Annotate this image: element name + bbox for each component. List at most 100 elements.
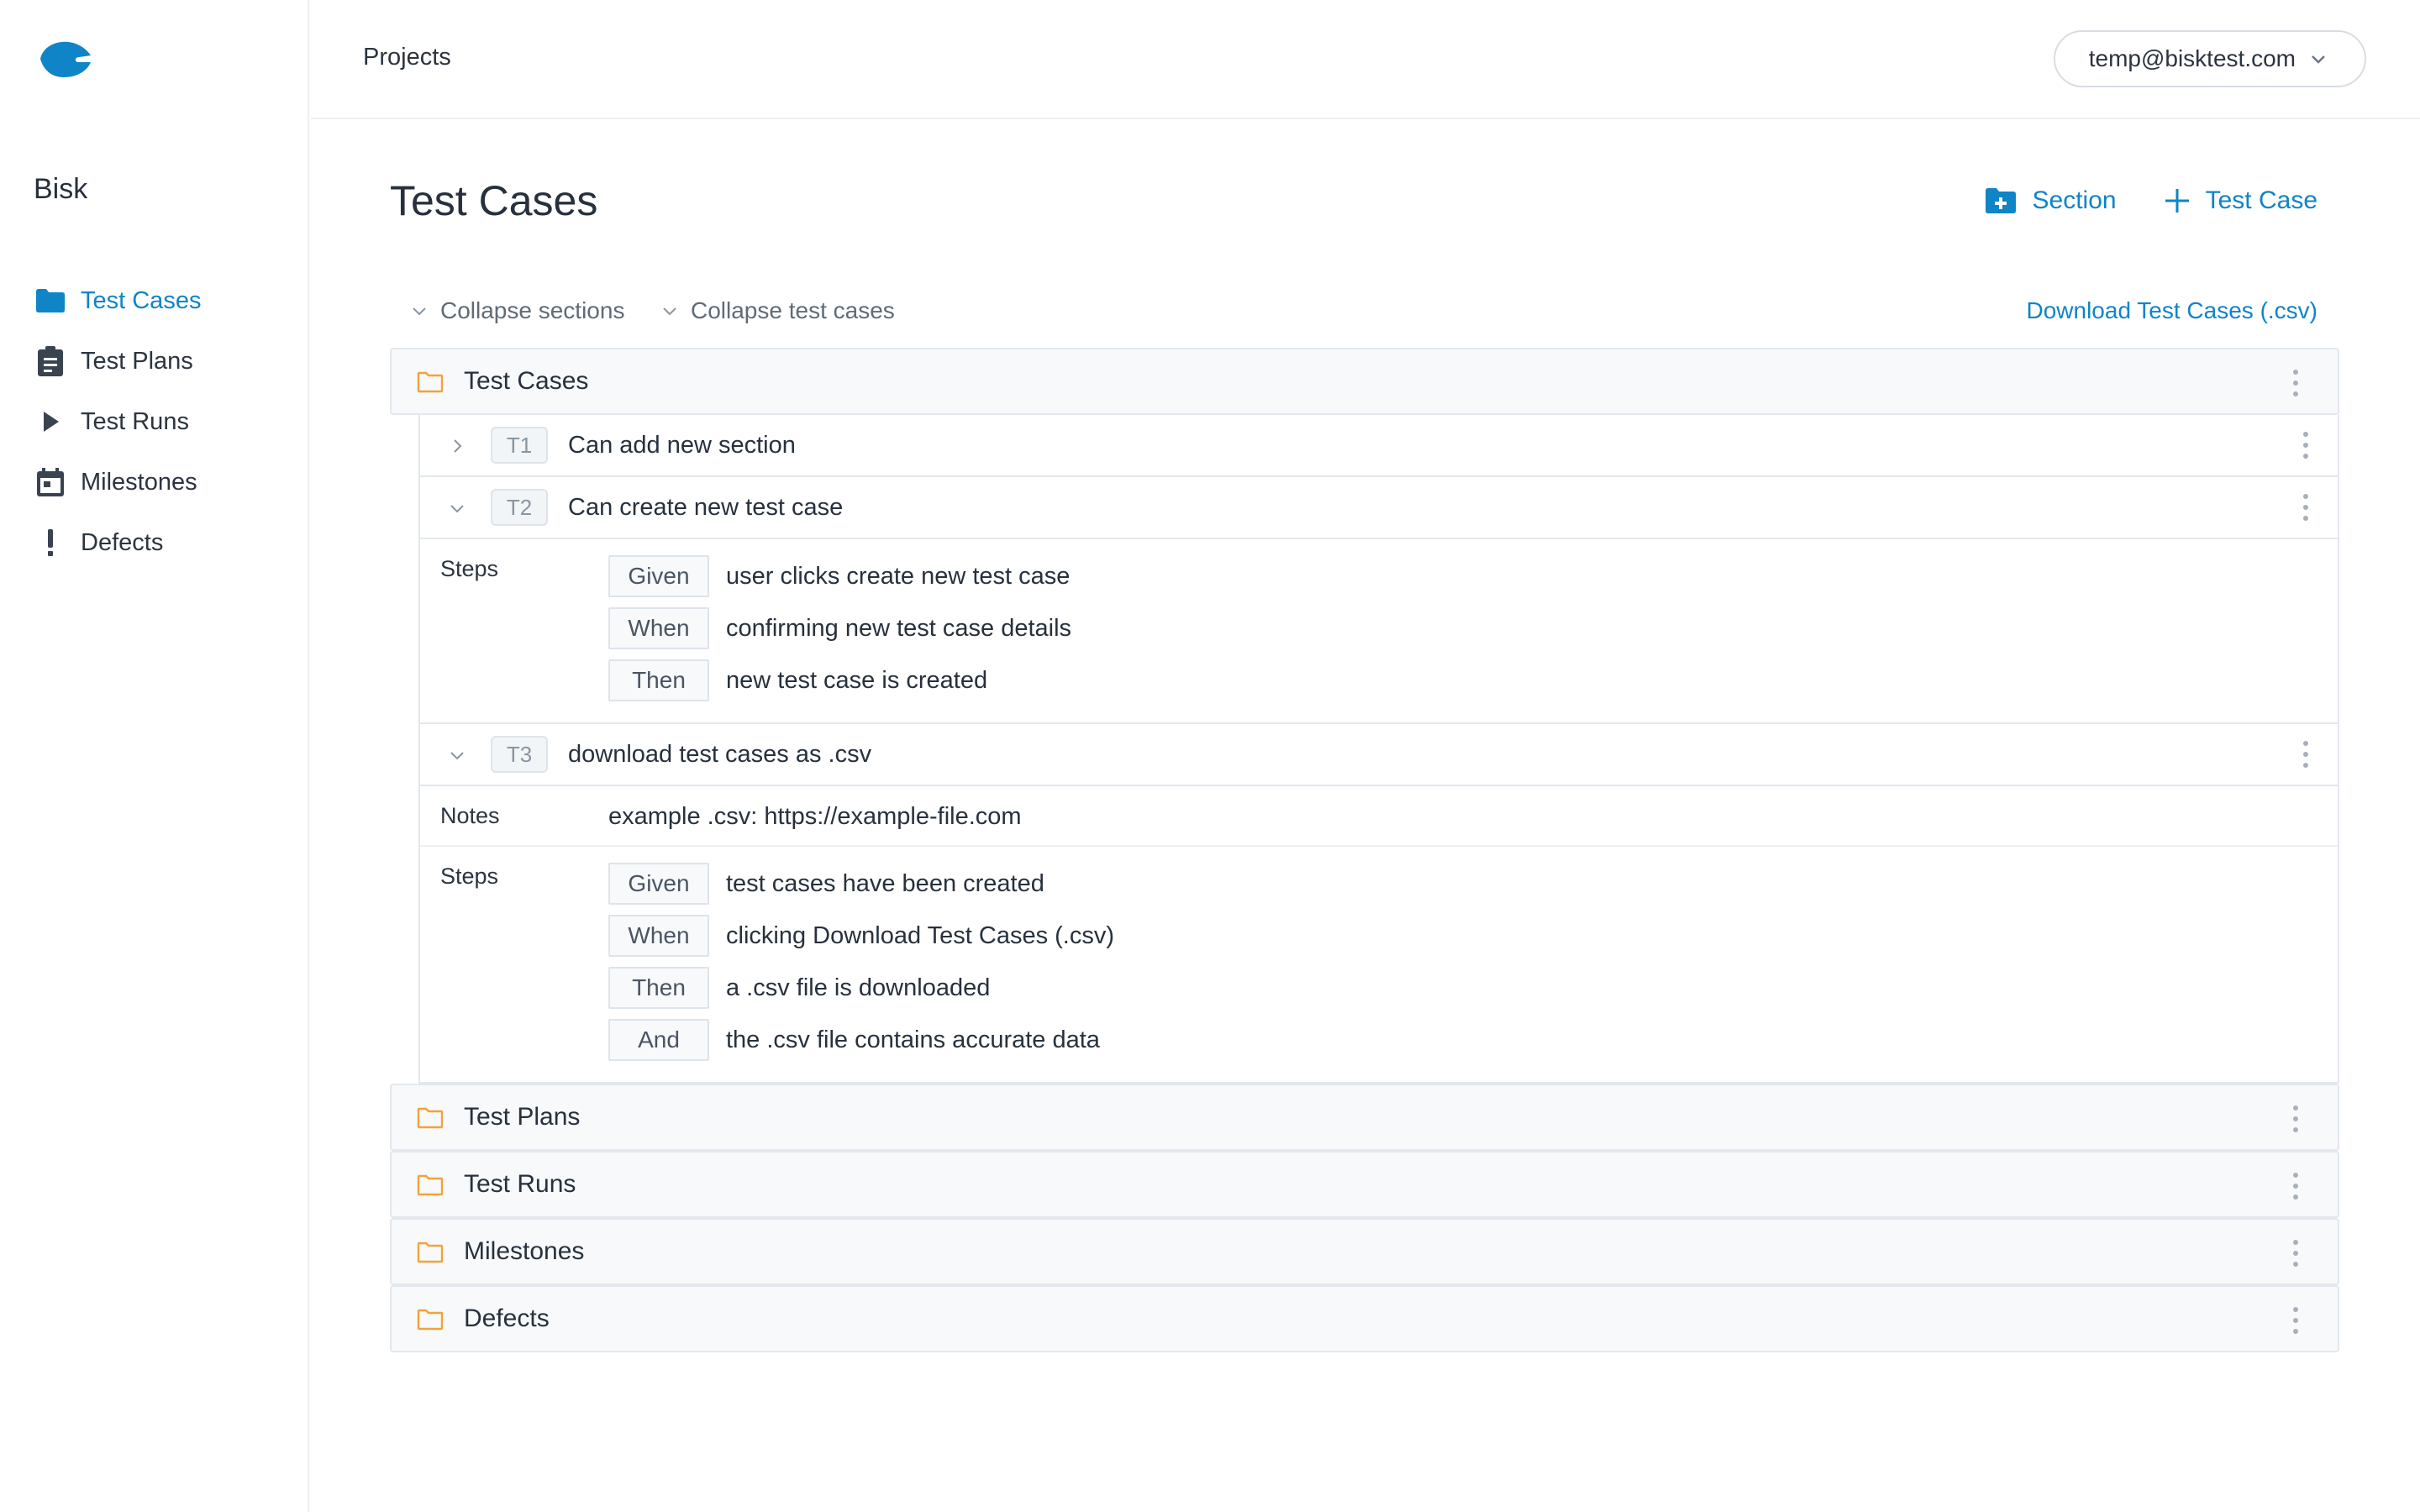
step-keyword: Given [608, 863, 709, 905]
step-row: Then new test case is created [608, 659, 987, 702]
more-options-icon[interactable] [2302, 432, 2309, 459]
collapse-test-cases-label: Collapse test cases [691, 297, 895, 323]
section-name: Defects [464, 1305, 550, 1332]
user-email: temp@bisktest.com [2088, 45, 2296, 71]
section-row-defects[interactable]: Defects [390, 1285, 2339, 1352]
step-row: Then a .csv file is downloaded [608, 966, 990, 1010]
notes-block: Notes example .csv: https://example-file… [420, 786, 2338, 847]
notes-text: example .csv: https://example-file.com [608, 803, 1022, 830]
section-name: Test Runs [464, 1170, 576, 1198]
header-actions: Section Test Case [1937, 186, 2317, 215]
sidebar-item-defects[interactable]: Defects [34, 512, 294, 573]
test-case-title: Can create new test case [568, 493, 844, 521]
step-row: Given user clicks create new test case [608, 554, 1070, 598]
test-case-row[interactable]: T1 Can add new section [420, 415, 2338, 477]
step-text: confirming new test case details [726, 614, 1072, 642]
notes-label: Notes [440, 803, 500, 828]
step-text: new test case is created [726, 666, 988, 694]
chevron-down-icon[interactable] [447, 498, 467, 518]
steps-label: Steps [440, 864, 499, 889]
chevron-down-icon[interactable] [447, 745, 467, 765]
sidebar-nav: Test Cases Test Plans Test Runs Mileston… [34, 270, 294, 573]
test-case-id-badge: T1 [491, 427, 548, 464]
step-row: Given test cases have been created [608, 862, 1044, 906]
sidebar-item-milestones[interactable]: Milestones [34, 452, 294, 512]
steps-label: Steps [440, 556, 499, 581]
step-keyword: And [608, 1019, 709, 1061]
user-menu-button[interactable]: temp@bisktest.com [2053, 30, 2366, 87]
exclamation-icon [34, 526, 67, 559]
test-case-row[interactable]: T2 Can create new test case [420, 477, 2338, 539]
section-name: Test Cases [464, 367, 589, 395]
bisk-logo-icon[interactable] [37, 37, 96, 81]
sidebar-item-test-cases[interactable]: Test Cases [34, 270, 294, 331]
step-text: a .csv file is downloaded [726, 974, 991, 1001]
step-row: When confirming new test case details [608, 606, 1071, 650]
plus-icon [2165, 189, 2189, 213]
step-text: the .csv file contains accurate data [726, 1026, 1100, 1053]
step-keyword: When [608, 915, 709, 957]
collapse-test-cases-button[interactable]: Collapse test cases [660, 297, 895, 324]
more-options-icon[interactable] [2302, 494, 2309, 521]
sidebar-item-label: Test Runs [81, 407, 189, 435]
step-keyword: When [608, 607, 709, 649]
test-case-tree: Test Cases T1 Can add new section T2 Can… [390, 348, 2339, 1352]
steps-block: Steps Given user clicks create new test … [420, 539, 2338, 724]
add-section-button[interactable]: Section [1985, 186, 2117, 215]
more-options-icon[interactable] [2302, 741, 2309, 768]
top-bar: Projects temp@bisktest.com [311, 0, 2420, 119]
sidebar-item-label: Milestones [81, 468, 197, 496]
chevron-down-icon [413, 307, 426, 316]
download-csv-link[interactable]: Download Test Cases (.csv) [2027, 297, 2318, 324]
step-keyword: Given [608, 555, 709, 597]
collapse-sections-button[interactable]: Collapse sections [410, 297, 624, 324]
step-text: user clicks create new test case [726, 562, 1071, 590]
sidebar-item-test-runs[interactable]: Test Runs [34, 391, 294, 452]
test-case-title: Can add new section [568, 431, 796, 459]
more-options-icon[interactable] [2292, 1105, 2299, 1132]
section-row-test-cases[interactable]: Test Cases [390, 348, 2339, 415]
section-row-milestones[interactable]: Milestones [390, 1218, 2339, 1285]
folder-outline-icon [417, 1242, 444, 1263]
breadcrumb-projects[interactable]: Projects [363, 44, 451, 71]
sidebar-item-label: Defects [81, 528, 164, 556]
add-test-case-label: Test Case [2205, 186, 2317, 214]
test-case-title: download test cases as .csv [568, 740, 872, 768]
sidebar-item-label: Test Plans [81, 347, 193, 375]
chevron-down-icon [663, 307, 676, 316]
page-title: Test Cases [390, 177, 598, 224]
section-cases: T1 Can add new section T2 Can create new… [418, 415, 2339, 1084]
step-text: test cases have been created [726, 869, 1044, 897]
test-case-id-badge: T3 [491, 736, 548, 773]
test-case-details: Steps Given user clicks create new test … [420, 539, 2338, 724]
test-case-details: Notes example .csv: https://example-file… [420, 786, 2338, 1084]
folder-outline-icon [417, 1107, 444, 1129]
step-text: clicking Download Test Cases (.csv) [726, 921, 1115, 949]
more-options-icon[interactable] [2292, 1240, 2299, 1267]
clipboard-icon [34, 344, 67, 378]
sidebar-item-label: Test Cases [81, 286, 202, 314]
test-case-row[interactable]: T3 download test cases as .csv [420, 724, 2338, 786]
folder-outline-icon [417, 1174, 444, 1196]
play-icon [34, 405, 67, 438]
more-options-icon[interactable] [2292, 370, 2299, 396]
section-row-test-plans[interactable]: Test Plans [390, 1084, 2339, 1151]
folder-plus-icon [1985, 188, 2016, 213]
step-keyword: Then [608, 967, 709, 1009]
folder-outline-icon [417, 1309, 444, 1331]
add-test-case-button[interactable]: Test Case [2165, 186, 2317, 215]
steps-block: Steps Given test cases have been created… [420, 847, 2338, 1082]
more-options-icon[interactable] [2292, 1173, 2299, 1200]
section-row-test-runs[interactable]: Test Runs [390, 1151, 2339, 1218]
sidebar-item-test-plans[interactable]: Test Plans [34, 331, 294, 391]
step-row: And the .csv file contains accurate data [608, 1018, 1100, 1062]
sidebar: Bisk Test Cases Test Plans Test Runs Mil… [0, 0, 309, 1512]
more-options-icon[interactable] [2292, 1307, 2299, 1334]
step-keyword: Then [608, 659, 709, 701]
folder-icon [34, 284, 67, 318]
section-name: Milestones [464, 1237, 585, 1265]
chevron-right-icon[interactable] [447, 436, 467, 456]
folder-outline-icon [417, 371, 444, 393]
collapse-sections-label: Collapse sections [440, 297, 625, 323]
chevron-down-icon [2312, 55, 2325, 64]
